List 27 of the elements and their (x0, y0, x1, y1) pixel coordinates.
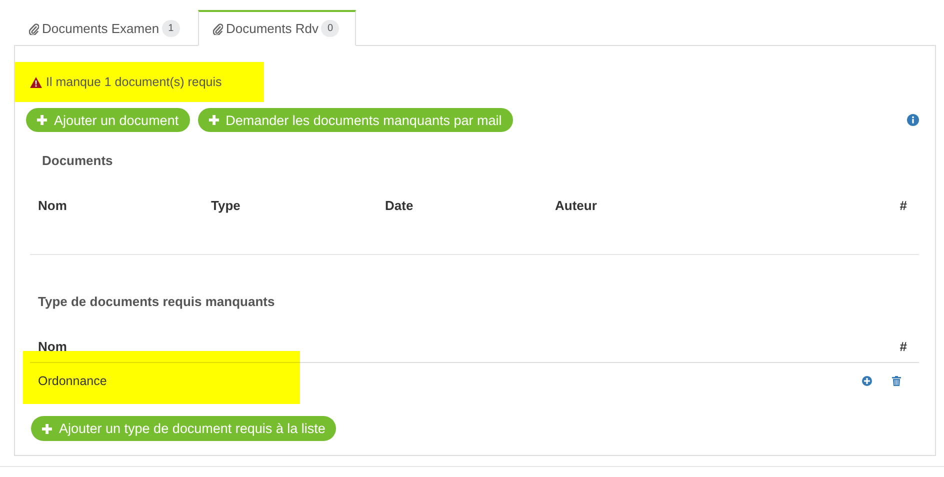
plus-icon (208, 115, 219, 125)
section-title: Type de documents requis manquants (37, 293, 276, 309)
plus-icon (37, 115, 47, 125)
column-header: Auteur (555, 198, 598, 213)
add-required-type-button[interactable]: Ajouter un type de document requis à la liste (31, 416, 336, 441)
action-button[interactable]: Ajouter un document (26, 108, 190, 132)
warning-icon (30, 76, 42, 88)
column-header: # (900, 198, 907, 213)
add-icon[interactable] (862, 376, 872, 386)
column-header: # (900, 339, 907, 354)
column-header: Type (211, 198, 242, 213)
paperclip-icon (213, 22, 223, 34)
trash-icon[interactable] (892, 376, 901, 386)
column-header: Nom (38, 198, 68, 213)
paperclip-icon (29, 22, 39, 34)
warning-text: Il manque 1 document(s) requis (46, 75, 222, 89)
count-badge: 0 (321, 20, 340, 37)
table-cell-text: Ordonnance (38, 374, 108, 388)
tab[interactable]: Documents Rdv 0 (198, 10, 356, 46)
info-icon[interactable] (907, 114, 919, 126)
count-badge: 1 (162, 20, 180, 37)
plus-icon (42, 424, 52, 434)
tab[interactable]: Documents Examen 1 (14, 10, 198, 46)
action-button[interactable]: Demander les documents manquants par mail (198, 108, 513, 132)
column-header: Date (385, 198, 414, 213)
column-header: Nom (38, 339, 67, 354)
section-title: Documents (41, 152, 114, 168)
